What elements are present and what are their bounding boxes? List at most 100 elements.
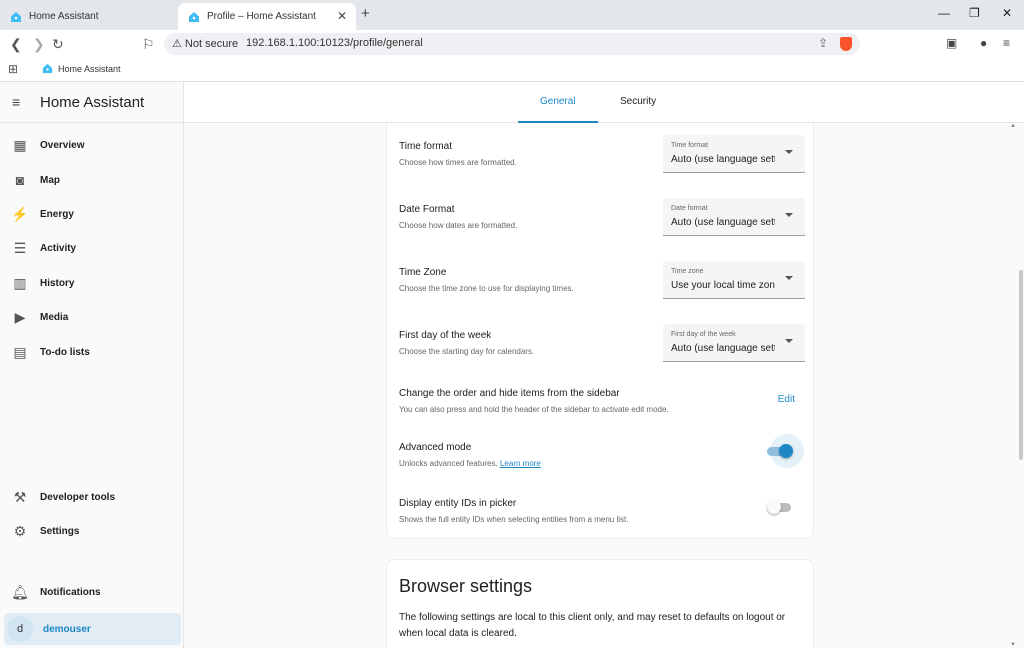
wallet-icon[interactable]: ● (980, 36, 987, 50)
dashboard-icon: ▦ (13, 136, 27, 153)
sidebar-item-developer-tools[interactable]: ⚒ Developer tools (0, 481, 184, 513)
sidebar-item-overview[interactable]: ▦ Overview (0, 129, 184, 161)
setting-first-day: First day of the week Choose the startin… (399, 324, 805, 362)
learn-more-link[interactable]: Learn more (500, 459, 541, 468)
close-icon[interactable]: ✕ (337, 9, 347, 23)
sidebar-item-label: To-do lists (40, 346, 90, 358)
sidebar-item-history[interactable]: ▥ History (0, 267, 184, 299)
window-close-icon[interactable]: ✕ (1002, 6, 1012, 20)
browser-settings-card: Browser settings The following settings … (386, 559, 814, 648)
general-settings-card: Time format Choose how times are formatt… (386, 123, 814, 539)
time-format-select[interactable]: Time format Auto (use language setting) (663, 135, 805, 173)
edit-sidebar-button[interactable]: Edit (778, 394, 795, 405)
sidebar-item-user[interactable]: d demouser (4, 613, 181, 645)
tab-general[interactable]: General (540, 96, 576, 107)
bookmark-icon[interactable]: ⚐ (142, 36, 155, 53)
dropdown-arrow-icon (785, 213, 793, 217)
setting-title: Advanced mode (399, 442, 472, 453)
browser-tab-home-assistant[interactable]: Home Assistant (0, 3, 176, 30)
forward-icon[interactable]: ❯ (33, 36, 45, 53)
scroll-down-icon[interactable]: ▼ (1010, 642, 1016, 648)
dropdown-arrow-icon (785, 150, 793, 154)
select-label: Time zone (671, 268, 704, 275)
setting-subtitle: Shows the full entity IDs when selecting… (399, 515, 629, 524)
map-icon: ◙ (15, 172, 25, 188)
url-field[interactable]: ⚠ Not secure 192.168.1.100:10123/profile… (164, 33, 860, 55)
home-assistant-icon (189, 11, 199, 22)
browser-settings-title: Browser settings (399, 576, 533, 596)
sidebar-item-todo[interactable]: ▤ To-do lists (0, 336, 184, 368)
scroll-up-icon[interactable]: ▲ (1010, 123, 1016, 129)
first-day-select[interactable]: First day of the week Auto (use language… (663, 324, 805, 362)
clipboard-icon: ▤ (13, 343, 27, 360)
setting-title: Display entity IDs in picker (399, 498, 517, 509)
url-text: 192.168.1.100:10123/profile/general (246, 37, 423, 49)
apps-grid-icon[interactable]: ⊞ (8, 62, 18, 76)
advanced-mode-toggle[interactable] (767, 434, 804, 468)
setting-date-format: Date Format Choose how dates are formatt… (399, 198, 805, 236)
browser-settings-description: The following settings are local to this… (399, 612, 786, 639)
setting-title: Change the order and hide items from the… (399, 388, 620, 399)
setting-subtitle-text: Unlocks advanced features. (399, 459, 498, 468)
tab-title: Profile – Home Assistant (207, 11, 316, 22)
not-secure-indicator[interactable]: ⚠ Not secure (172, 37, 238, 50)
sidebar-item-notifications[interactable]: 🔔︎ Notifications (0, 576, 184, 608)
sidebar-item-label: Settings (40, 525, 80, 537)
bookmark-home-assistant[interactable]: Home Assistant (42, 63, 121, 74)
scrollbar-thumb[interactable] (1019, 270, 1023, 460)
brave-shield-icon[interactable] (840, 37, 852, 51)
sidebar-item-label: Media (40, 311, 69, 323)
browser-tab-bar: Home Assistant Profile – Home Assistant … (0, 0, 1024, 30)
reader-icon[interactable]: ▣ (946, 36, 957, 50)
address-bar-row: ❮ ❯ ↻ ⚐ ⚠ Not secure 192.168.1.100:10123… (0, 30, 1024, 58)
sidebar: ≡ Home Assistant ▦ Overview ◙ Map ⚡ Ener… (0, 82, 184, 648)
setting-time-zone: Time Zone Choose the time zone to use fo… (399, 261, 805, 299)
security-label: Not secure (184, 38, 239, 50)
sidebar-item-media[interactable]: ▶ Media (0, 301, 184, 333)
setting-entity-ids: Display entity IDs in picker Shows the f… (399, 498, 803, 524)
tab-title: Home Assistant (29, 11, 99, 22)
menu-icon[interactable]: ≡ (1003, 36, 1010, 50)
select-label: First day of the week (671, 331, 736, 338)
gear-icon: ⚙ (13, 522, 27, 539)
play-icon: ▶ (14, 308, 26, 325)
bookmarks-bar: ⊞ Home Assistant (0, 58, 1024, 82)
date-format-select[interactable]: Date format Auto (use language setting) (663, 198, 805, 236)
share-icon[interactable]: ⇪ (818, 36, 828, 50)
tab-security[interactable]: Security (620, 96, 656, 107)
setting-time-format: Time format Choose how times are formatt… (399, 135, 805, 173)
menu-collapse-icon[interactable]: ≡ (12, 94, 20, 110)
sidebar-item-label: Activity (40, 242, 77, 254)
select-value: Auto (use language setting) (671, 217, 775, 228)
select-label: Time format (671, 142, 709, 149)
minimize-icon[interactable]: — (938, 6, 950, 20)
list-icon: ☰ (13, 239, 27, 256)
sidebar-item-map[interactable]: ◙ Map (0, 164, 184, 196)
restore-icon[interactable]: ❐ (969, 6, 980, 20)
sidebar-item-label: Notifications (40, 586, 101, 598)
sidebar-item-settings[interactable]: ⚙ Settings (0, 515, 184, 547)
entity-ids-toggle[interactable] (767, 500, 793, 514)
browser-tab-profile[interactable]: Profile – Home Assistant ✕ (178, 3, 356, 30)
sidebar-item-label: Developer tools (40, 491, 116, 503)
setting-subtitle: You can also press and hold the header o… (399, 405, 669, 414)
toggle-knob (779, 444, 793, 458)
reload-icon[interactable]: ↻ (52, 36, 64, 53)
hammer-icon: ⚒ (13, 488, 27, 505)
setting-sidebar-order: Change the order and hide items from the… (399, 388, 803, 414)
sidebar-item-label: History (40, 277, 75, 289)
back-icon[interactable]: ❮ (10, 36, 22, 53)
select-value: Auto (use language setting) (671, 343, 775, 354)
sidebar-item-energy[interactable]: ⚡ Energy (0, 198, 184, 230)
new-tab-icon[interactable]: + (361, 5, 370, 22)
setting-advanced-mode: Advanced mode Unlocks advanced features.… (399, 434, 804, 468)
time-zone-select[interactable]: Time zone Use your local time zone (663, 261, 805, 299)
avatar: d (7, 616, 33, 642)
home-assistant-icon (11, 11, 21, 22)
toggle-knob (767, 500, 781, 514)
sidebar-header: ≡ Home Assistant (0, 82, 184, 123)
sidebar-item-label: Energy (40, 208, 74, 220)
sidebar-item-activity[interactable]: ☰ Activity (0, 232, 184, 264)
profile-header: General Security (184, 82, 1024, 123)
select-label: Date format (671, 205, 708, 212)
